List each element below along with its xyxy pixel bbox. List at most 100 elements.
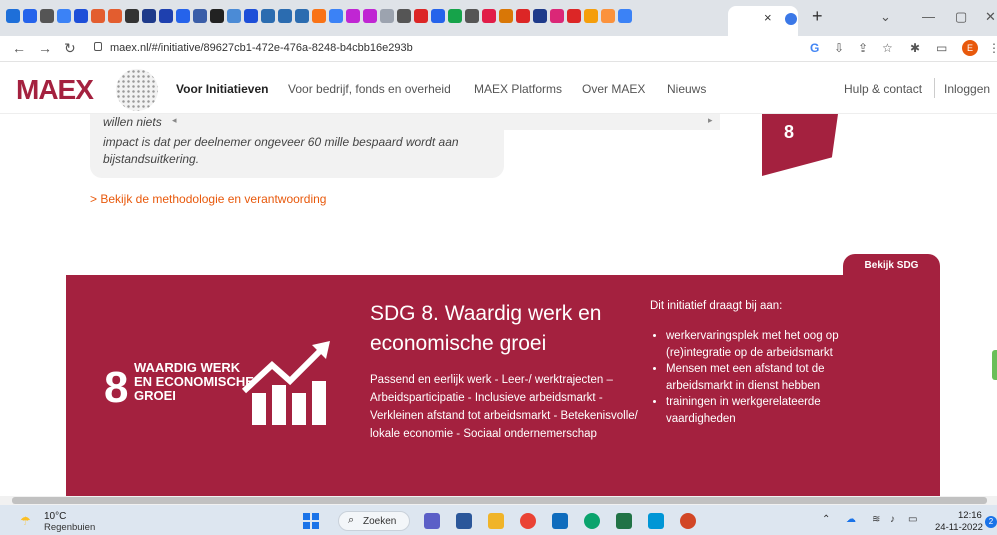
tab-favicon[interactable] [74, 9, 88, 23]
nav-inloggen[interactable]: Inloggen [944, 82, 990, 96]
tab-favicon[interactable] [397, 9, 411, 23]
quote-scrollbar[interactable] [90, 114, 720, 130]
word-icon[interactable] [456, 513, 472, 529]
scroll-left-icon[interactable]: ◂ [172, 115, 177, 126]
start-button[interactable] [303, 513, 319, 529]
side-widget-tab[interactable] [992, 350, 997, 380]
sidepanel-icon[interactable]: ▭ [936, 41, 947, 55]
tab-favicon[interactable] [57, 9, 71, 23]
tab-favicon[interactable] [176, 9, 190, 23]
tab-favicon[interactable] [499, 9, 513, 23]
tab-favicon[interactable] [584, 9, 598, 23]
outlook-icon[interactable] [552, 513, 568, 529]
tab-favicon[interactable] [465, 9, 479, 23]
chrome-icon[interactable] [520, 513, 536, 529]
tab-favicon[interactable] [329, 9, 343, 23]
nav-nieuws[interactable]: Nieuws [667, 82, 706, 96]
extensions-icon[interactable]: ✱ [910, 41, 920, 55]
nav-over-maex[interactable]: Over MAEX [582, 82, 645, 96]
tab-favicon[interactable] [516, 9, 530, 23]
nav-voor-bedrijf[interactable]: Voor bedrijf, fonds en overheid [288, 82, 451, 96]
tab-favicon[interactable] [6, 9, 20, 23]
notification-badge[interactable]: 2 [985, 516, 997, 528]
excel-icon[interactable] [616, 513, 632, 529]
page-scrollbar[interactable] [0, 496, 997, 505]
onedrive-icon[interactable]: ☁ [846, 514, 856, 525]
tab-favicon[interactable] [91, 9, 105, 23]
tab-favicon[interactable] [278, 9, 292, 23]
tab-favicon[interactable] [601, 9, 615, 23]
search-label: Zoeken [363, 516, 397, 527]
tab-favicon[interactable] [125, 9, 139, 23]
edge-icon[interactable] [584, 513, 600, 529]
bookmark-star-icon[interactable]: ☆ [882, 41, 893, 55]
tab-favicon[interactable] [108, 9, 122, 23]
minimize-icon[interactable]: — [922, 9, 935, 24]
tab-favicon[interactable] [431, 9, 445, 23]
tab-favicon[interactable] [363, 9, 377, 23]
tab-favicons [6, 9, 632, 23]
tab-favicon[interactable] [482, 9, 496, 23]
list-item: werkervaringsplek met het oog op (re)int… [666, 328, 886, 361]
scroll-right-icon[interactable]: ▸ [708, 115, 713, 126]
nav-hulp-contact[interactable]: Hulp & contact [844, 82, 922, 96]
forward-icon[interactable]: → [38, 40, 52, 56]
tab-search-icon[interactable]: ⌄ [880, 9, 891, 25]
tab-favicon[interactable] [210, 9, 224, 23]
tab-favicon[interactable] [193, 9, 207, 23]
url-field[interactable]: maex.nl/#/initiative/89627cb1-472e-476a-… [88, 39, 788, 59]
nav-voor-initiatieven[interactable]: Voor Initiatieven [176, 82, 268, 96]
nav-maex-platforms[interactable]: MAEX Platforms [474, 82, 562, 96]
tab-favicon[interactable] [414, 9, 428, 23]
close-tab-icon[interactable]: × [764, 10, 772, 25]
list-item: Mensen met een afstand tot de arbeidsmar… [666, 361, 886, 394]
sdg-card: 8 WAARDIG WERK EN ECONOMISCHE GROEI SDG … [66, 275, 940, 496]
volume-icon[interactable]: ♪ [890, 514, 895, 525]
tab-favicon[interactable] [159, 9, 173, 23]
google-icon[interactable]: G [810, 41, 819, 55]
battery-icon[interactable]: ▭ [908, 514, 917, 525]
hp-icon[interactable] [648, 513, 664, 529]
clock-time[interactable]: 12:16 [958, 510, 982, 521]
profile-avatar[interactable]: E [962, 40, 978, 56]
install-icon[interactable]: ⇩ [834, 41, 844, 55]
wifi-icon[interactable]: ≋ [872, 514, 880, 525]
tab-favicon[interactable] [244, 9, 258, 23]
close-window-icon[interactable]: ✕ [985, 9, 996, 25]
globe-logo-icon [116, 69, 158, 111]
tab-favicon[interactable] [295, 9, 309, 23]
tab-favicon[interactable] [227, 9, 241, 23]
powerpoint-icon[interactable] [680, 513, 696, 529]
new-tab-button[interactable]: + [812, 6, 823, 27]
tab-favicon[interactable] [380, 9, 394, 23]
tab-favicon[interactable] [346, 9, 360, 23]
sdg-icon-label: WAARDIG WERK EN ECONOMISCHE GROEI [134, 360, 254, 403]
page-scrollbar-thumb[interactable] [12, 497, 987, 504]
methodology-link[interactable]: > Bekijk de methodologie en verantwoordi… [90, 192, 326, 206]
teams-icon[interactable] [424, 513, 440, 529]
tab-favicon[interactable] [550, 9, 564, 23]
list-item: trainingen in werkgerelateerde vaardighe… [666, 394, 886, 427]
restore-icon[interactable]: ▢ [955, 9, 967, 25]
tab-favicon[interactable] [40, 9, 54, 23]
tab-favicon[interactable] [142, 9, 156, 23]
tab-favicon[interactable] [533, 9, 547, 23]
tray-chevron-icon[interactable]: ⌃ [822, 514, 830, 525]
reload-icon[interactable]: ↻ [64, 40, 76, 57]
menu-icon[interactable]: ⋮ [988, 41, 997, 55]
tab-favicon[interactable] [23, 9, 37, 23]
weather-desc: Regenbuien [44, 522, 96, 533]
maex-logo[interactable]: MAEX [16, 74, 94, 106]
file-explorer-icon[interactable] [488, 513, 504, 529]
back-icon[interactable]: ← [12, 40, 26, 56]
site-header: MAEX Voor Initiatieven Voor bedrijf, fon… [0, 62, 997, 114]
share-icon[interactable]: ⇪ [858, 41, 868, 55]
tab-favicon[interactable] [567, 9, 581, 23]
tab-favicon[interactable] [261, 9, 275, 23]
taskbar-search[interactable]: ⌕ Zoeken [338, 511, 410, 531]
tab-favicon[interactable] [312, 9, 326, 23]
clock-date[interactable]: 24-11-2022 [935, 522, 983, 533]
weather-icon[interactable]: ☂ [20, 514, 31, 528]
tab-favicon[interactable] [618, 9, 632, 23]
tab-favicon[interactable] [448, 9, 462, 23]
